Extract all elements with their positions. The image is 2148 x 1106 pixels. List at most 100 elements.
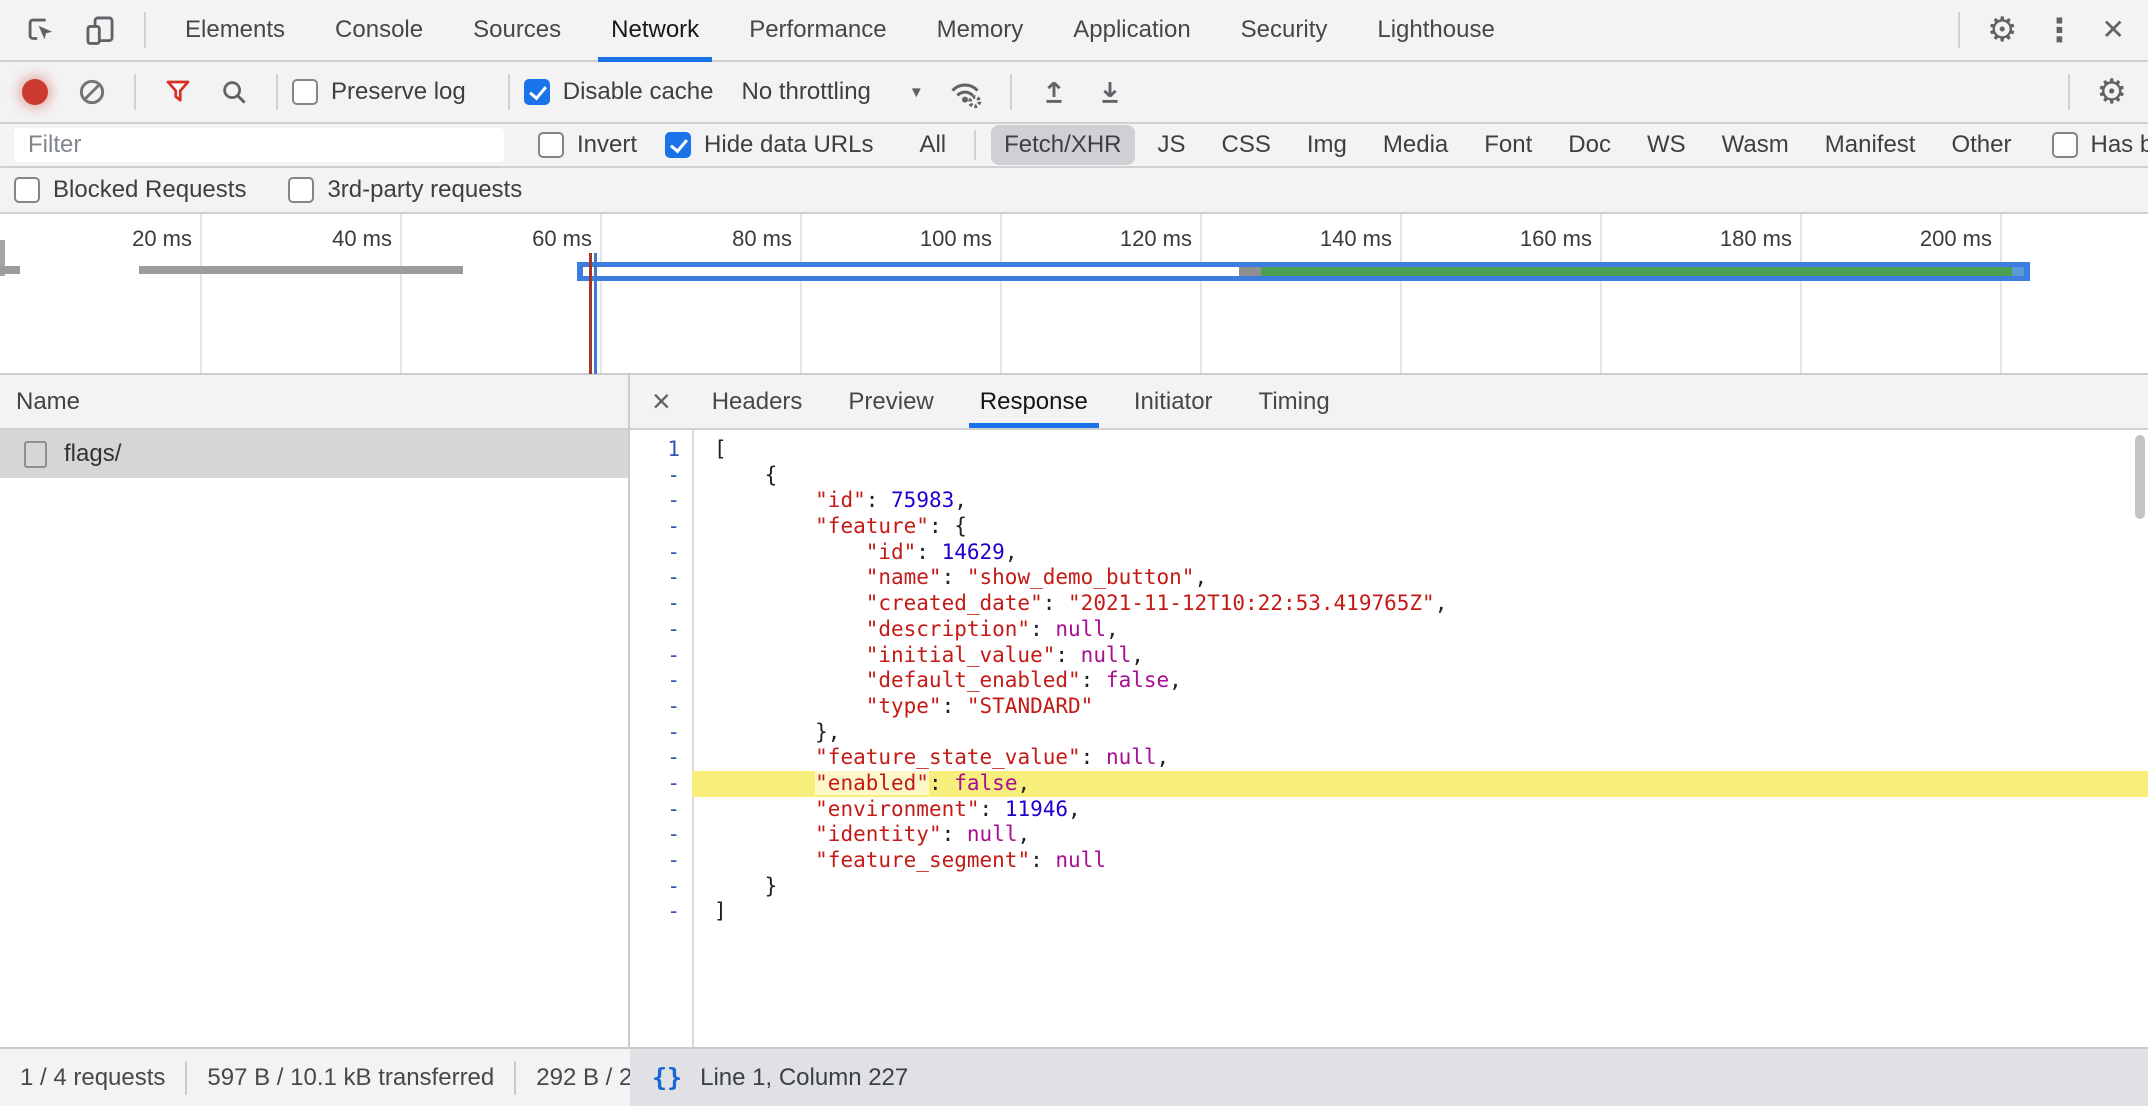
- code-token: "description": [866, 617, 1030, 641]
- network-settings-gear-icon[interactable]: ⚙: [2084, 75, 2140, 109]
- divider: [144, 12, 146, 48]
- tab-application[interactable]: Application: [1048, 0, 1215, 60]
- filter-input[interactable]: [14, 128, 504, 162]
- requests-pane: Name flags/: [0, 375, 630, 1047]
- tab-security[interactable]: Security: [1216, 0, 1353, 60]
- resource-type-fetch-xhr[interactable]: Fetch/XHR: [991, 125, 1134, 165]
- tab-network[interactable]: Network: [586, 0, 724, 60]
- gutter-mark: -: [630, 643, 692, 669]
- response-viewer[interactable]: 1[- {- "id": 75983,- "feature": {- "id":…: [630, 430, 2148, 1047]
- resource-type-font[interactable]: Font: [1471, 125, 1545, 165]
- disable-cache-label: Disable cache: [563, 78, 714, 106]
- format-braces-icon[interactable]: {}: [652, 1063, 682, 1092]
- overview-tick-label: 140 ms: [1242, 226, 1392, 252]
- request-file-icon: [24, 441, 47, 468]
- cursor-position-label: Line 1, Column 227: [700, 1064, 908, 1092]
- tab-elements[interactable]: Elements: [160, 0, 310, 60]
- code-token: "name": [866, 565, 942, 589]
- record-network-log-icon[interactable]: [22, 79, 48, 105]
- code-token: null: [1055, 617, 1106, 641]
- filter-funnel-icon[interactable]: [150, 77, 206, 107]
- code-token: 75983: [891, 488, 954, 512]
- resource-type-doc[interactable]: Doc: [1555, 125, 1624, 165]
- invert-label: Invert: [577, 131, 637, 159]
- name-column-label: Name: [16, 388, 80, 416]
- code-line: - "type": "STANDARD": [630, 694, 2148, 720]
- resource-type-img[interactable]: Img: [1294, 125, 1360, 165]
- code-token: ]: [714, 899, 727, 923]
- code-line: - "id": 75983,: [630, 488, 2148, 514]
- waterfall-bar-gray-2: [139, 266, 463, 274]
- request-row-flags[interactable]: flags/: [0, 430, 628, 478]
- tab-lighthouse[interactable]: Lighthouse: [1352, 0, 1519, 60]
- selected-request-bar-waiting: [583, 267, 1239, 276]
- scrollbar-thumb[interactable]: [2135, 435, 2145, 519]
- close-devtools-icon[interactable]: ✕: [2089, 16, 2138, 44]
- tab-console[interactable]: Console: [310, 0, 448, 60]
- overview-gridline: [800, 214, 802, 373]
- network-conditions-icon[interactable]: [934, 75, 996, 109]
- tab-memory[interactable]: Memory: [912, 0, 1049, 60]
- invert-checkbox[interactable]: [538, 132, 564, 158]
- name-column-header[interactable]: Name: [0, 375, 628, 430]
- code-token: :: [866, 488, 891, 512]
- disable-cache-checkbox[interactable]: [524, 79, 550, 105]
- code-line: - "initial_value": null,: [630, 643, 2148, 669]
- code-token: [714, 694, 866, 718]
- detail-tab-headers[interactable]: Headers: [689, 375, 826, 428]
- code-line: - "id": 14629,: [630, 540, 2148, 566]
- device-toolbar-icon[interactable]: [70, 13, 130, 47]
- selected-request-bar-tail: [2012, 267, 2024, 276]
- hide-data-urls-checkbox[interactable]: [665, 132, 691, 158]
- close-detail-icon[interactable]: ×: [634, 383, 689, 420]
- resource-type-css[interactable]: CSS: [1209, 125, 1284, 165]
- selected-request-bar-stalled: [1239, 267, 1261, 276]
- detail-tab-timing[interactable]: Timing: [1236, 375, 1353, 428]
- export-har-icon[interactable]: [1082, 77, 1138, 107]
- inspect-element-icon[interactable]: [10, 13, 70, 47]
- overview-gridline: [1200, 214, 1202, 373]
- code-content: "id": 14629,: [692, 540, 2148, 566]
- throttling-select[interactable]: No throttling ▼: [741, 78, 923, 106]
- resource-type-ws[interactable]: WS: [1634, 125, 1699, 165]
- third-party-requests-checkbox[interactable]: [288, 177, 314, 203]
- resource-type-other[interactable]: Other: [1938, 125, 2024, 165]
- import-har-icon[interactable]: [1026, 77, 1082, 107]
- code-content: {: [692, 463, 2148, 489]
- code-token: },: [714, 720, 840, 744]
- search-icon[interactable]: [206, 77, 262, 107]
- resource-type-wasm[interactable]: Wasm: [1709, 125, 1802, 165]
- detail-tab-initiator[interactable]: Initiator: [1111, 375, 1236, 428]
- resource-type-all[interactable]: All: [906, 125, 959, 165]
- clear-network-log-icon[interactable]: [64, 77, 120, 107]
- resource-type-media[interactable]: Media: [1370, 125, 1461, 165]
- code-token: :: [929, 771, 954, 795]
- code-token: ,: [1017, 771, 1030, 795]
- settings-gear-icon[interactable]: ⚙: [1974, 13, 2030, 47]
- resource-type-js[interactable]: JS: [1145, 125, 1199, 165]
- code-token: "feature": [815, 514, 929, 538]
- code-token: :: [942, 565, 967, 589]
- resource-type-manifest[interactable]: Manifest: [1812, 125, 1929, 165]
- blocked-requests-checkbox[interactable]: [14, 177, 40, 203]
- network-overview[interactable]: 20 ms40 ms60 ms80 ms100 ms120 ms140 ms16…: [0, 214, 2148, 375]
- preserve-log-checkbox[interactable]: [292, 79, 318, 105]
- kebab-menu-icon[interactable]: ⋮: [2031, 14, 2089, 46]
- code-line: -]: [630, 899, 2148, 925]
- tab-performance[interactable]: Performance: [724, 0, 911, 60]
- divider: [1010, 74, 1012, 110]
- code-token: false: [1106, 668, 1169, 692]
- code-content: "default_enabled": false,: [692, 668, 2148, 694]
- code-line: - "feature": {: [630, 514, 2148, 540]
- gutter-mark: -: [630, 668, 692, 694]
- tab-sources[interactable]: Sources: [448, 0, 586, 60]
- code-token: :: [1055, 643, 1080, 667]
- detail-tab-preview[interactable]: Preview: [825, 375, 956, 428]
- has-blocked-cookies-checkbox[interactable]: [2052, 132, 2078, 158]
- overview-tick-label: 40 ms: [242, 226, 392, 252]
- code-token: [714, 822, 815, 846]
- detail-tab-response[interactable]: Response: [957, 375, 1111, 428]
- selected-request-bar-border-bottom: [577, 276, 2030, 281]
- gutter-mark: -: [630, 591, 692, 617]
- code-content: "environment": 11946,: [692, 797, 2148, 823]
